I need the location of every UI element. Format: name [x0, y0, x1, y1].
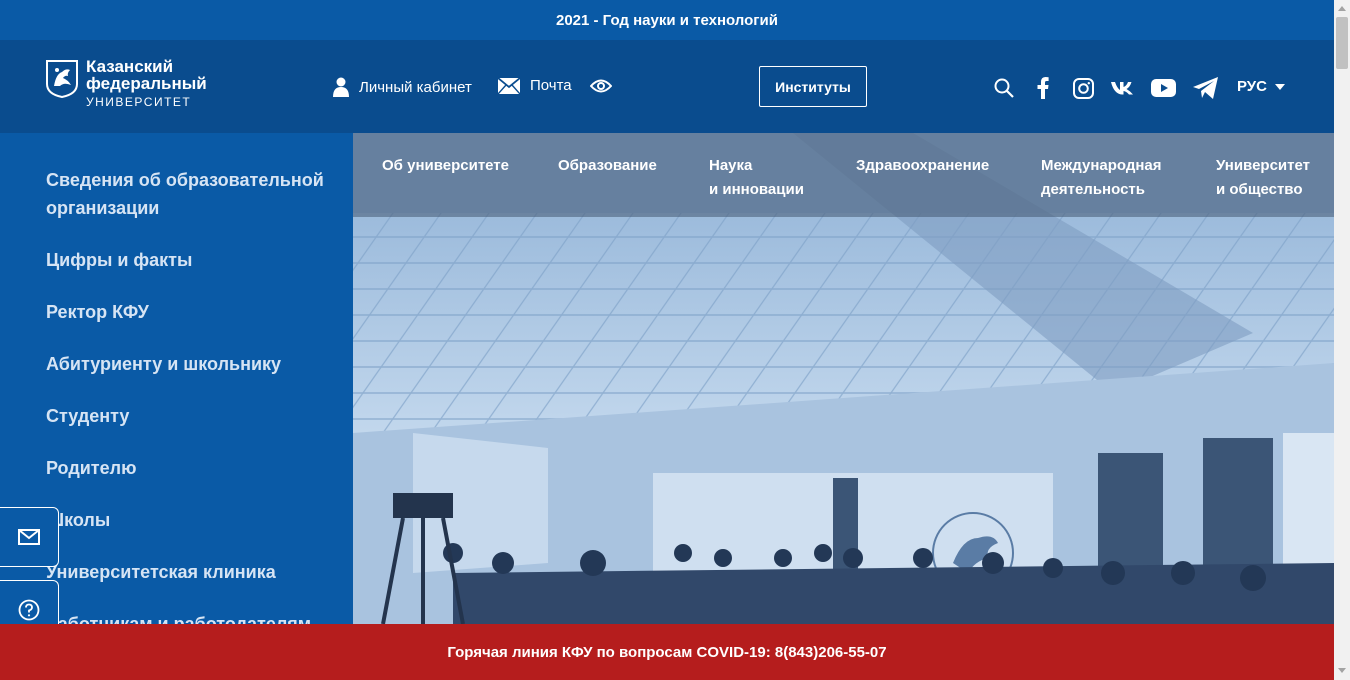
hero-banner: Об университете Образование Наука и инно…: [353, 133, 1334, 624]
nav-science-label-2: и инновации: [709, 181, 804, 198]
search-button[interactable]: [990, 74, 1018, 102]
sidebar-item-applicants[interactable]: Абитуриенту и школьнику: [46, 350, 336, 378]
nav-international[interactable]: Международная деятельность: [1041, 154, 1162, 202]
telegram-icon: [1193, 77, 1218, 99]
facebook-icon: [1037, 77, 1049, 99]
sidebar-item-organization-info[interactable]: Сведения об образовательной организации: [46, 166, 336, 222]
chevron-down-icon: [1274, 83, 1285, 90]
vk-icon: [1111, 82, 1133, 95]
logo-line-3: УНИВЕРСИТЕТ: [86, 95, 192, 109]
page-scrollbar[interactable]: [1334, 0, 1350, 680]
help-icon: [18, 599, 40, 621]
nav-education-label: Образование: [558, 157, 657, 174]
nav-healthcare-label: Здравоохранение: [856, 157, 990, 174]
logo-line-1: Казанский: [86, 57, 174, 76]
mail-label: Почта: [530, 77, 572, 94]
nav-education[interactable]: Образование: [558, 154, 657, 178]
mail-icon: [498, 77, 520, 94]
scroll-up-arrow-icon[interactable]: [1338, 6, 1346, 11]
kfu-logo-icon: [46, 60, 78, 98]
sidebar-item-rector[interactable]: Ректор КФУ: [46, 298, 336, 326]
sidebar-item-parents[interactable]: Родителю: [46, 454, 336, 482]
nav-science-label-1: Наука: [709, 157, 753, 174]
covid-hotline-text: Горячая линия КФУ по вопросам COVID-19: …: [447, 643, 887, 661]
search-icon: [994, 78, 1014, 98]
language-selector[interactable]: РУС: [1237, 78, 1285, 95]
nav-about-university[interactable]: Об университете: [382, 154, 509, 178]
nav-healthcare[interactable]: Здравоохранение: [856, 154, 989, 178]
facebook-link[interactable]: [1029, 74, 1057, 102]
youtube-link[interactable]: [1149, 74, 1177, 102]
sidebar-item-students[interactable]: Студенту: [46, 402, 336, 430]
envelope-icon: [18, 529, 40, 545]
language-label: РУС: [1237, 78, 1267, 95]
youtube-icon: [1150, 79, 1176, 97]
sidebar-item-schools[interactable]: Школы: [46, 506, 336, 534]
sidebar-item-clinic[interactable]: Университетская клиника: [46, 558, 336, 586]
main-navigation: Об университете Образование Наука и инно…: [353, 133, 1334, 217]
nav-science[interactable]: Наука и инновации: [709, 154, 804, 202]
institutes-button[interactable]: Институты: [759, 66, 867, 107]
covid-hotline-bar: Горячая линия КФУ по вопросам COVID-19: …: [0, 624, 1334, 680]
nav-international-label-2: деятельность: [1041, 181, 1145, 198]
instagram-link[interactable]: [1069, 74, 1097, 102]
personal-account-link[interactable]: Личный кабинет: [333, 77, 472, 97]
kfu-logo[interactable]: Казанский федеральный УНИВЕРСИТЕТ: [46, 58, 207, 111]
telegram-link[interactable]: [1192, 74, 1220, 102]
instagram-icon: [1072, 77, 1094, 99]
nav-about-university-label: Об университете: [382, 157, 509, 174]
logo-line-2: федеральный: [86, 74, 207, 93]
feedback-mail-button[interactable]: [0, 507, 59, 567]
announcement-text: 2021 - Год науки и технологий: [555, 11, 778, 29]
scrollbar-thumb[interactable]: [1336, 17, 1348, 69]
sidebar-item-facts[interactable]: Цифры и факты: [46, 246, 336, 274]
eye-icon[interactable]: [590, 78, 612, 94]
nav-society-label-2: и общество: [1216, 181, 1303, 198]
nav-society-label-1: Университет: [1216, 157, 1310, 174]
nav-society[interactable]: Университет и общество: [1216, 154, 1310, 202]
mail-link[interactable]: Почта: [498, 77, 572, 94]
personal-account-label: Личный кабинет: [359, 78, 472, 96]
vk-link[interactable]: [1109, 74, 1137, 102]
site-header: Казанский федеральный УНИВЕРСИТЕТ Личный…: [0, 40, 1334, 133]
nav-international-label-1: Международная: [1041, 157, 1162, 174]
scroll-down-arrow-icon[interactable]: [1338, 668, 1346, 673]
user-icon: [333, 77, 349, 97]
announcement-bar: 2021 - Год науки и технологий: [0, 0, 1334, 40]
sidebar-item-employees[interactable]: Работникам и работодателям: [46, 610, 336, 624]
